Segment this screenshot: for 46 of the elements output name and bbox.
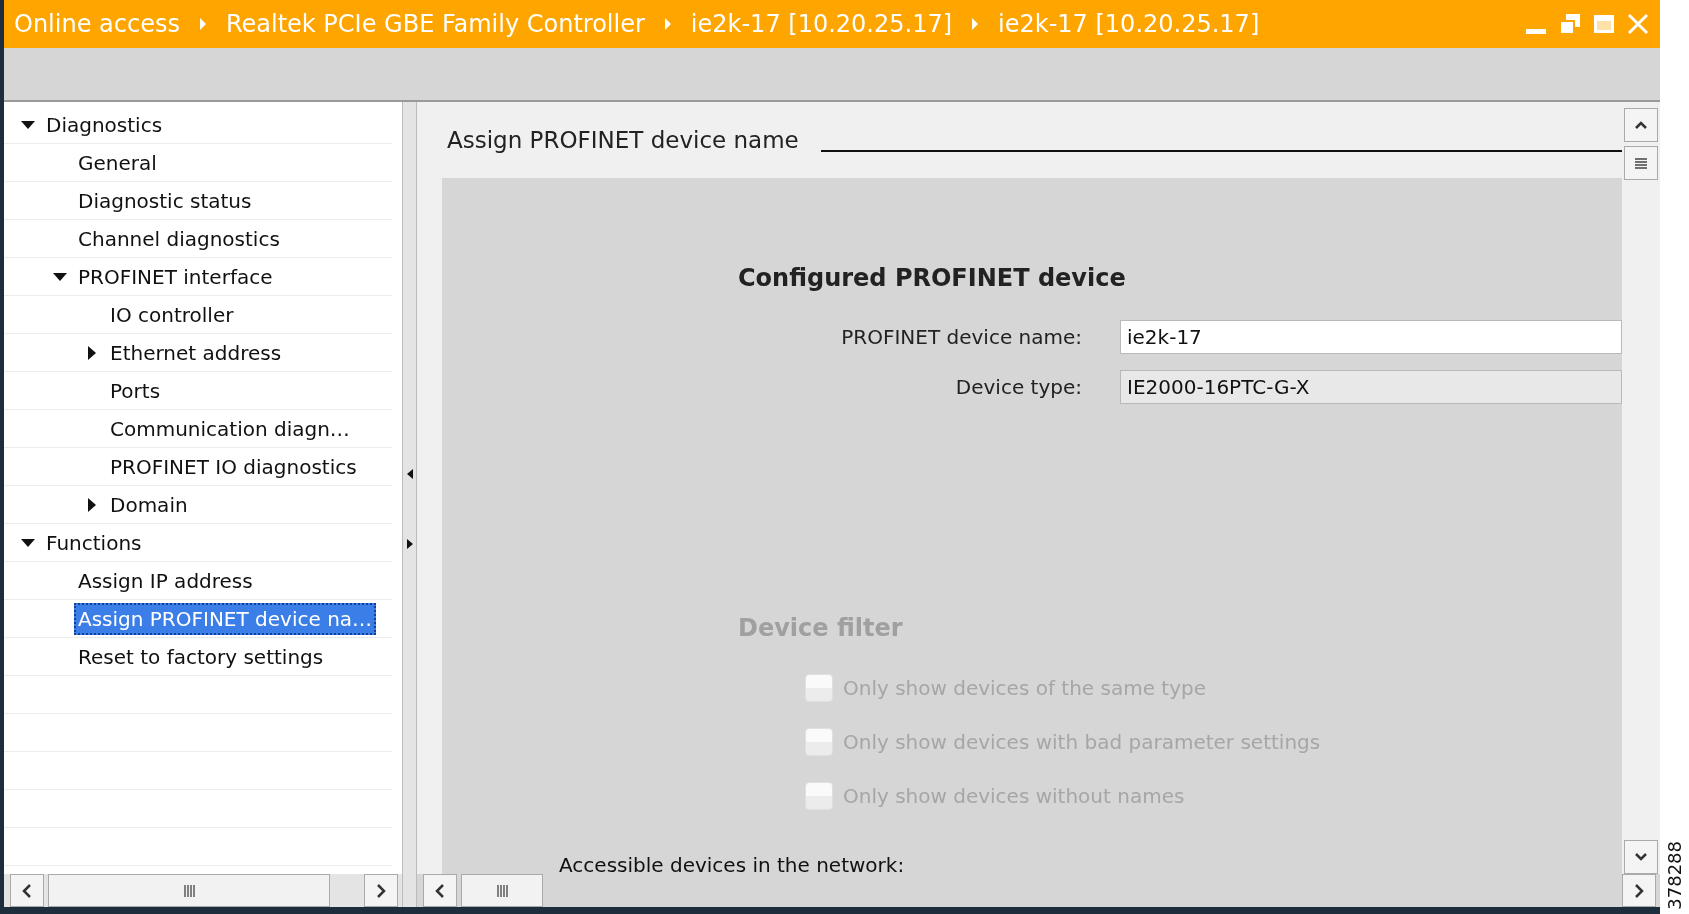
arrow-right-icon (1634, 882, 1644, 899)
breadcrumb-separator-icon (197, 16, 208, 32)
scrollbar-thumb[interactable] (48, 874, 330, 907)
arrow-right-icon (376, 882, 386, 899)
scroll-left-button[interactable] (423, 874, 457, 907)
tree-item[interactable]: Ethernet address (106, 336, 286, 369)
arrow-down-icon (1634, 852, 1648, 862)
tree-item[interactable]: IO controller (106, 298, 238, 331)
text-field[interactable]: ie2k-17 (1120, 320, 1622, 354)
lines-icon (1634, 156, 1648, 170)
scroll-down-button[interactable] (1624, 840, 1658, 874)
tree-item[interactable]: Communication diagn… (106, 412, 354, 445)
split-view-button[interactable] (1624, 146, 1658, 180)
scrollbar-thumb[interactable] (461, 874, 543, 907)
tree-item[interactable]: Diagnostic status (74, 184, 256, 217)
grip-icon (495, 883, 509, 898)
tree-item[interactable]: Assign PROFINET device na… (74, 602, 377, 635)
tree-item[interactable]: PROFINET IO diagnostics (106, 450, 361, 483)
breadcrumb-separator-icon (970, 16, 981, 32)
field-label: Device type: (954, 375, 1082, 399)
section-title: Assign PROFINET device name (447, 127, 799, 153)
scroll-up-button[interactable] (1624, 108, 1658, 142)
tree-item[interactable]: Ports (106, 374, 165, 407)
breadcrumb-separator-icon (662, 16, 673, 32)
section-heading: Configured PROFINET device (738, 264, 1127, 292)
scroll-right-button[interactable] (364, 874, 398, 907)
tree-item[interactable]: Reset to factory settings (74, 640, 328, 673)
scroll-left-button[interactable] (10, 874, 44, 907)
tree-item[interactable]: Functions (42, 526, 146, 559)
collapse-left-icon[interactable] (406, 468, 414, 480)
figure-number: 378288 (1664, 841, 1685, 910)
tree-item[interactable]: General (74, 146, 161, 179)
tree-item[interactable]: Diagnostics (42, 108, 167, 141)
grip-icon (182, 883, 196, 898)
text-field[interactable]: IE2000-16PTC-G-X (1120, 370, 1622, 404)
list-label: Accessible devices in the network: (559, 853, 906, 877)
tree-item[interactable]: Assign IP address (74, 564, 257, 597)
arrow-up-icon (1634, 120, 1648, 130)
tree-item[interactable]: Channel diagnostics (74, 222, 284, 255)
scroll-right-button[interactable] (1622, 874, 1656, 907)
arrow-left-icon (435, 882, 445, 899)
field-label: PROFINET device name: (840, 325, 1082, 349)
expand-right-icon[interactable] (406, 538, 414, 550)
tree-item[interactable]: PROFINET interface (74, 260, 277, 293)
tree-item[interactable]: Domain (106, 488, 192, 521)
arrow-left-icon (22, 882, 32, 899)
